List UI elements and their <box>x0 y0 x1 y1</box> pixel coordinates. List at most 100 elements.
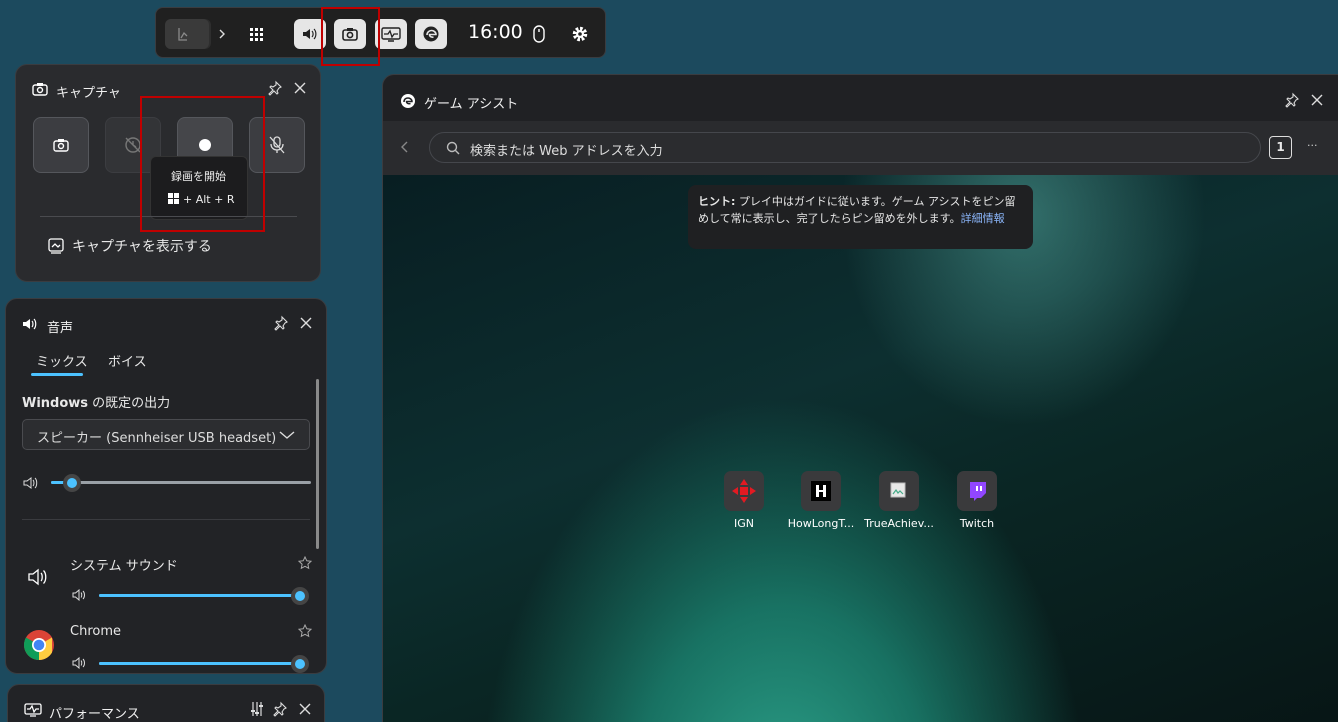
output-label-rest: の既定の出力 <box>88 396 171 411</box>
chrome-icon <box>23 630 54 660</box>
quick-link-twitch[interactable]: Twitch <box>937 471 1017 530</box>
tab-count-button[interactable]: 1 <box>1269 136 1292 159</box>
broken-image-icon <box>879 471 919 511</box>
performance-monitor-icon <box>24 703 42 717</box>
pin-icon <box>273 701 287 717</box>
more-options-button[interactable]: ··· <box>1307 139 1318 152</box>
pin-button[interactable] <box>272 314 290 332</box>
record-last-disabled-icon <box>125 137 141 153</box>
tile-label: TrueAchiev... <box>864 517 934 530</box>
grid-icon <box>250 28 263 41</box>
close-button[interactable] <box>297 314 315 332</box>
app-volume-knob[interactable] <box>291 655 309 673</box>
performance-monitor-icon <box>381 27 401 42</box>
speaker-icon <box>303 28 317 40</box>
performance-options-button[interactable] <box>248 700 266 718</box>
speaker-icon <box>23 318 37 330</box>
quick-link-ign[interactable]: IGN <box>704 471 784 530</box>
close-button[interactable] <box>291 79 309 97</box>
sliders-icon <box>251 702 263 716</box>
camera-icon <box>53 139 69 152</box>
divider <box>22 519 310 520</box>
tab-count: 1 <box>1276 140 1285 154</box>
scrollbar[interactable] <box>316 379 319 549</box>
output-device-select[interactable]: スピーカー (Sennheiser USB headset) <box>22 419 310 450</box>
show-captures-label: キャプチャを表示する <box>72 239 212 255</box>
favorite-star-icon[interactable] <box>298 556 312 570</box>
widget-grid-button[interactable] <box>240 19 272 49</box>
tooltip-title: 録画を開始 <box>171 170 226 183</box>
twitch-icon <box>957 471 997 511</box>
mouse-icon <box>533 25 545 43</box>
volume-icon <box>23 477 38 489</box>
back-button[interactable] <box>397 139 413 155</box>
ign-icon <box>724 471 764 511</box>
game-bar-toolbar: 16:00 <box>155 7 606 58</box>
quick-link-howlongtobeat[interactable]: HowLongT... <box>781 471 861 530</box>
edge-icon <box>401 94 415 108</box>
close-button[interactable] <box>296 700 314 718</box>
system-sound-icon <box>28 568 47 586</box>
game-assist-widget: ゲーム アシスト 検索または Web アドレスを入力 1 ··· ヒント: プレ… <box>382 74 1338 722</box>
close-icon <box>300 317 312 329</box>
volume-icon <box>72 657 85 669</box>
chevron-left-icon <box>401 141 408 153</box>
record-dot-icon <box>199 139 211 151</box>
performance-title: パフォーマンス <box>49 707 140 722</box>
edge-widget-button[interactable] <box>415 19 447 49</box>
gallery-icon <box>165 19 209 49</box>
chevron-down-icon <box>279 431 295 439</box>
address-bar[interactable]: 検索または Web アドレスを入力 <box>429 132 1261 163</box>
hint-link[interactable]: 詳細情報 <box>961 212 1005 225</box>
volume-icon <box>72 589 85 601</box>
pin-button[interactable] <box>271 700 289 718</box>
app-name: システム サウンド <box>70 559 178 574</box>
favorite-star-icon[interactable] <box>298 624 312 638</box>
audio-widget-button[interactable] <box>294 19 326 49</box>
tooltip-shortcut: + Alt + R <box>183 193 235 206</box>
close-icon <box>1311 94 1323 106</box>
close-icon <box>299 703 311 715</box>
capture-widget-button[interactable] <box>334 19 366 49</box>
performance-widget: パフォーマンス <box>7 684 325 722</box>
pin-button[interactable] <box>266 79 284 97</box>
tab-voice[interactable]: ボイス <box>108 351 147 370</box>
hint-banner: ヒント: プレイ中はガイドに従います。ゲーム アシストをピン留めして常に表示し、… <box>688 185 1033 249</box>
audio-widget: 音声 ミックス ボイス Windows の既定の出力 スピーカー (Sennhe… <box>5 298 327 674</box>
windows-icon <box>168 193 179 204</box>
divider <box>40 216 297 217</box>
app-volume-fill <box>99 594 300 597</box>
gear-icon <box>572 26 588 42</box>
performance-widget-button[interactable] <box>375 19 407 49</box>
widget-menu-button[interactable] <box>165 19 211 49</box>
browser-content: ヒント: プレイ中はガイドに従います。ゲーム アシストをピン留めして常に表示し、… <box>383 175 1338 722</box>
tile-label: IGN <box>734 517 754 530</box>
record-tooltip: 録画を開始 + Alt + R <box>150 156 248 220</box>
output-label: Windows の既定の出力 <box>22 392 170 411</box>
master-volume-track[interactable] <box>51 481 311 484</box>
tab-mix[interactable]: ミックス <box>36 351 88 370</box>
screenshot-button[interactable] <box>33 117 89 173</box>
capture-title: キャプチャ <box>56 86 121 101</box>
pin-icon <box>274 315 288 331</box>
show-captures-link[interactable]: キャプチャを表示する <box>48 236 212 256</box>
mic-toggle-button[interactable] <box>249 117 305 173</box>
clock-time: 16:00 <box>468 21 523 43</box>
search-input[interactable]: 検索または Web アドレスを入力 <box>470 140 663 159</box>
tile-label: Twitch <box>959 517 995 530</box>
pin-button[interactable] <box>1283 91 1301 109</box>
mic-off-icon <box>269 136 285 154</box>
pin-icon <box>268 80 282 96</box>
app-volume-fill <box>99 662 300 665</box>
close-button[interactable] <box>1308 91 1326 109</box>
hint-bold: ヒント: <box>698 195 736 208</box>
app-volume-knob[interactable] <box>291 587 309 605</box>
audio-title: 音声 <box>47 321 74 336</box>
settings-button[interactable] <box>564 19 596 49</box>
expand-chevron-icon[interactable] <box>212 19 232 49</box>
search-icon <box>446 141 460 155</box>
mouse-button[interactable] <box>523 19 555 49</box>
app-name: Chrome <box>70 624 121 639</box>
quick-link-trueachievements[interactable]: TrueAchiev... <box>859 471 939 530</box>
master-volume-knob[interactable] <box>63 474 81 492</box>
